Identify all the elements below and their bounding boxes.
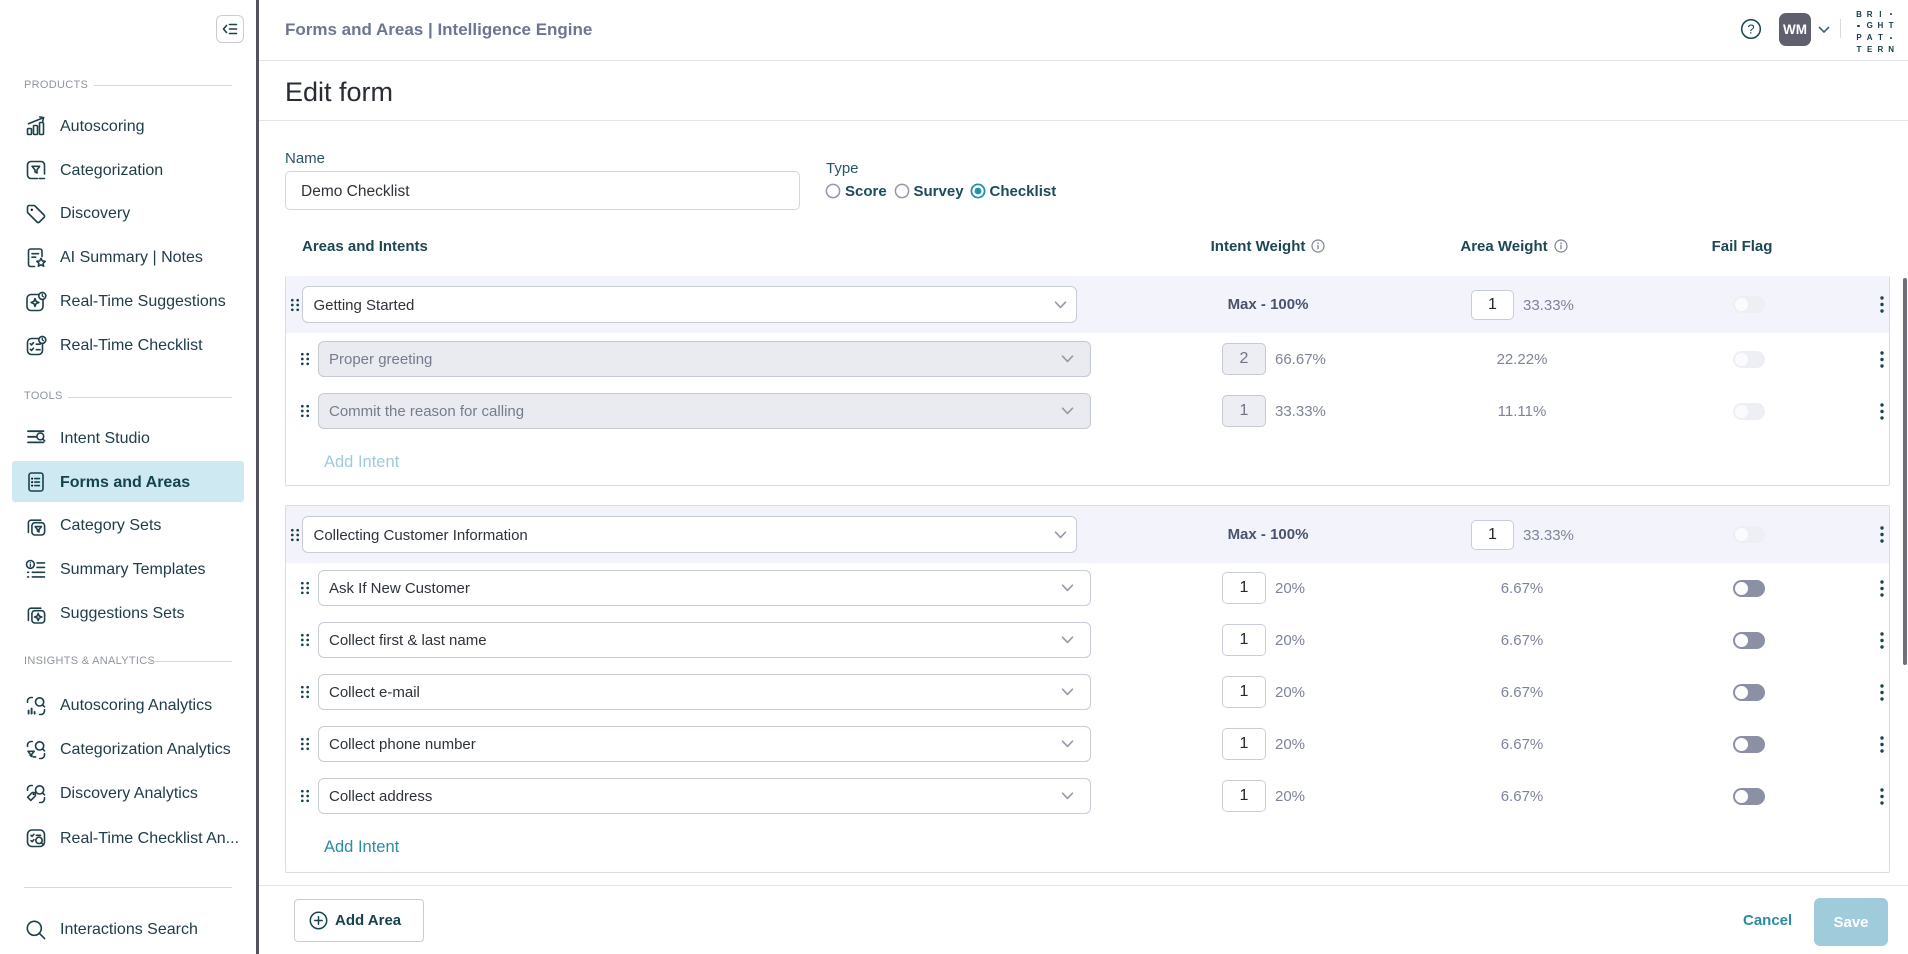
svg-text:?: ? bbox=[1747, 22, 1754, 37]
